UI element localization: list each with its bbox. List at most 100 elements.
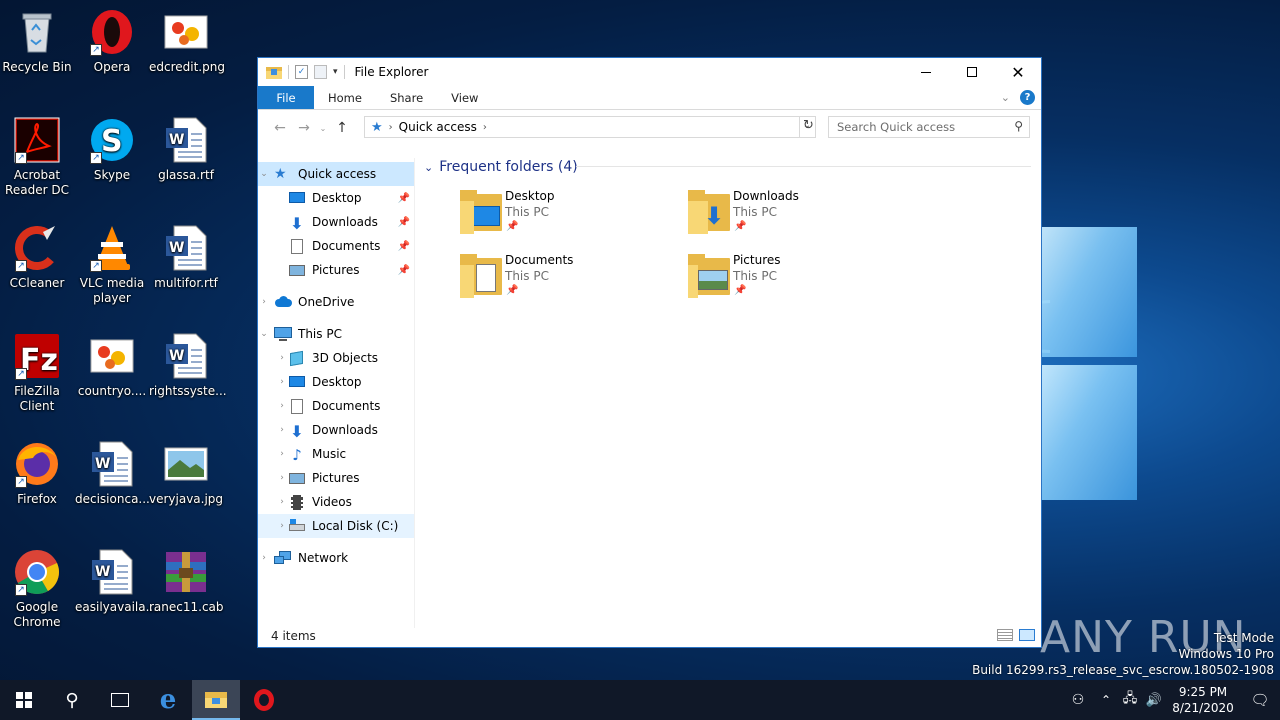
address-bar[interactable]: ★ › Quick access › ⌄ — [364, 116, 816, 138]
expand-ribbon-icon[interactable]: ⌄ — [1001, 91, 1010, 104]
new-folder-icon[interactable] — [314, 65, 327, 79]
expand-chevron-icon[interactable]: ⌄ — [258, 329, 270, 339]
taskbar-clock[interactable]: 9:25 PM 8/21/2020 — [1166, 684, 1240, 716]
pin-icon[interactable]: 📌 — [398, 217, 410, 228]
desktop-icon-acrobat[interactable]: ↗ Acrobat Reader DC — [0, 116, 74, 198]
nav-qa-pictures[interactable]: Pictures 📌 — [258, 258, 414, 282]
desktop-icon-firefox[interactable]: ↗ Firefox — [0, 440, 74, 507]
nav-pc-3d-objects[interactable]: › 3D Objects — [258, 346, 414, 370]
desktop-icon-label: Skype — [93, 168, 131, 182]
expand-chevron-icon[interactable]: › — [276, 473, 288, 483]
forward-button[interactable]: → — [292, 120, 316, 136]
nav-pc-videos[interactable]: › Videos — [258, 490, 414, 514]
desktop-icon-ranec11[interactable]: ranec11.cab — [149, 548, 224, 615]
desktop-icon-filezilla[interactable]: Fz ↗ FileZilla Client — [0, 332, 74, 414]
folder-app-icon — [266, 65, 282, 79]
breadcrumb-quick-access[interactable]: Quick access — [399, 120, 477, 134]
taskbar-file-explorer[interactable] — [192, 680, 240, 720]
folder-tile-downloads[interactable]: ⬇ Downloads This PC 📌 — [686, 188, 896, 240]
recycle-bin-icon — [13, 8, 61, 56]
folder-tile-pictures[interactable]: Pictures This PC 📌 — [686, 252, 896, 304]
folder-tile-documents[interactable]: Documents This PC 📌 — [458, 252, 668, 304]
desktop-icon-glassa[interactable]: W glassa.rtf — [149, 116, 223, 183]
search-input[interactable]: Search Quick access ⚲ — [828, 116, 1030, 138]
nav-pc-local-disk[interactable]: › Local Disk (C:) — [258, 514, 414, 538]
tab-home[interactable]: Home — [314, 86, 376, 109]
volume-icon[interactable]: 🔊 — [1142, 693, 1166, 708]
tab-file[interactable]: File — [258, 86, 314, 109]
pin-icon[interactable]: 📌 — [398, 241, 410, 252]
folder-name: Downloads — [733, 189, 799, 203]
desktop-icon-easilyavaila[interactable]: W easilyavaila... — [75, 548, 157, 615]
show-hidden-icons-chevron-icon[interactable]: ⌃ — [1094, 693, 1118, 707]
search-button[interactable]: ⚲ — [48, 680, 96, 720]
desktop-icon-skype[interactable]: S ↗ Skype — [75, 116, 149, 183]
refresh-button[interactable]: ↻ — [799, 116, 817, 138]
expand-chevron-icon[interactable]: ⌄ — [258, 169, 270, 179]
expand-chevron-icon[interactable]: › — [276, 425, 288, 435]
properties-icon[interactable]: ✓ — [295, 65, 308, 79]
title-bar[interactable]: ✓ ▾ File Explorer ✕ — [258, 58, 1041, 86]
start-button[interactable] — [0, 680, 48, 720]
desktop-icon-rightssyste[interactable]: W rightssyste... — [149, 332, 227, 399]
folder-tile-desktop[interactable]: Desktop This PC 📌 — [458, 188, 668, 240]
nav-network[interactable]: › Network — [258, 546, 414, 570]
maximize-button[interactable] — [949, 58, 995, 86]
desktop-icon-decisionca[interactable]: W decisionca... — [75, 440, 150, 507]
ribbon-tabs: File Home Share View ⌄ ? — [258, 86, 1041, 110]
action-center-icon[interactable]: 🗨 — [1240, 691, 1280, 709]
desktop-icon-ccleaner[interactable]: ↗ CCleaner — [0, 224, 74, 291]
desktop-icon-opera[interactable]: ↗ Opera — [75, 8, 149, 75]
nav-qa-downloads[interactable]: ⬇ Downloads 📌 — [258, 210, 414, 234]
nav-this-pc[interactable]: ⌄ This PC — [258, 322, 414, 346]
nav-pc-desktop[interactable]: › Desktop — [258, 370, 414, 394]
expand-chevron-icon[interactable]: › — [276, 449, 288, 459]
nav-qa-documents[interactable]: Documents 📌 — [258, 234, 414, 258]
up-button[interactable]: ↑ — [330, 120, 354, 136]
nav-pc-documents[interactable]: › Documents — [258, 394, 414, 418]
back-button[interactable]: ← — [268, 120, 292, 136]
taskbar-edge[interactable]: e — [144, 680, 192, 720]
desktop-icon-chrome[interactable]: ↗ Google Chrome — [0, 548, 74, 630]
desktop-icon-vlc[interactable]: ↗ VLC media player — [75, 224, 149, 306]
expand-chevron-icon[interactable]: › — [276, 521, 288, 531]
nav-pc-music[interactable]: › ♪ Music — [258, 442, 414, 466]
expand-chevron-icon[interactable]: › — [276, 377, 288, 387]
help-icon[interactable]: ? — [1020, 90, 1035, 105]
desktop-icon-recycle-bin[interactable]: Recycle Bin — [0, 8, 74, 75]
pin-icon[interactable]: 📌 — [398, 193, 410, 204]
nav-pc-pictures[interactable]: › Pictures — [258, 466, 414, 490]
recent-locations-button[interactable]: ⌄ — [316, 124, 330, 133]
nav-onedrive[interactable]: › OneDrive — [258, 290, 414, 314]
expand-chevron-icon[interactable]: › — [276, 497, 288, 507]
expand-chevron-icon[interactable]: › — [276, 401, 288, 411]
desktop-icon-multifor[interactable]: W multifor.rtf — [149, 224, 223, 291]
collapse-chevron-icon[interactable]: ⌄ — [424, 161, 433, 174]
downloads-icon: ⬇ — [290, 422, 304, 441]
expand-chevron-icon[interactable]: › — [258, 553, 270, 563]
nav-quick-access[interactable]: ⌄ ★ Quick access — [258, 162, 414, 186]
expand-chevron-icon[interactable]: › — [276, 353, 288, 363]
customize-toolbar-icon[interactable]: ▾ — [333, 67, 338, 77]
folder-name: Desktop — [505, 189, 555, 203]
expand-chevron-icon[interactable]: › — [258, 297, 270, 307]
nav-pc-downloads[interactable]: › ⬇ Downloads — [258, 418, 414, 442]
documents-folder-icon — [460, 254, 502, 298]
close-button[interactable]: ✕ — [995, 58, 1041, 86]
tab-view[interactable]: View — [437, 86, 492, 109]
task-view-button[interactable] — [96, 680, 144, 720]
desktop-icon-countryo[interactable]: countryo.... — [75, 332, 149, 399]
people-icon[interactable]: ⚇ — [1062, 692, 1094, 708]
minimize-button[interactable] — [903, 58, 949, 86]
pin-icon[interactable]: 📌 — [398, 265, 410, 276]
network-tray-icon[interactable]: 🖧 — [1118, 689, 1142, 711]
pictures-folder-icon — [688, 254, 730, 298]
taskbar-opera[interactable] — [240, 680, 288, 720]
tab-share[interactable]: Share — [376, 86, 437, 109]
desktop-icon-veryjava[interactable]: veryjava.jpg — [149, 440, 223, 507]
breadcrumb-chevron-icon[interactable]: › — [483, 122, 487, 133]
word-doc-icon: W — [88, 548, 136, 596]
nav-qa-desktop[interactable]: Desktop 📌 — [258, 186, 414, 210]
desktop-icon-edcredit[interactable]: edcredit.png — [149, 8, 225, 75]
frequent-folders-header[interactable]: ⌄ Frequent folders (4) — [424, 158, 578, 176]
